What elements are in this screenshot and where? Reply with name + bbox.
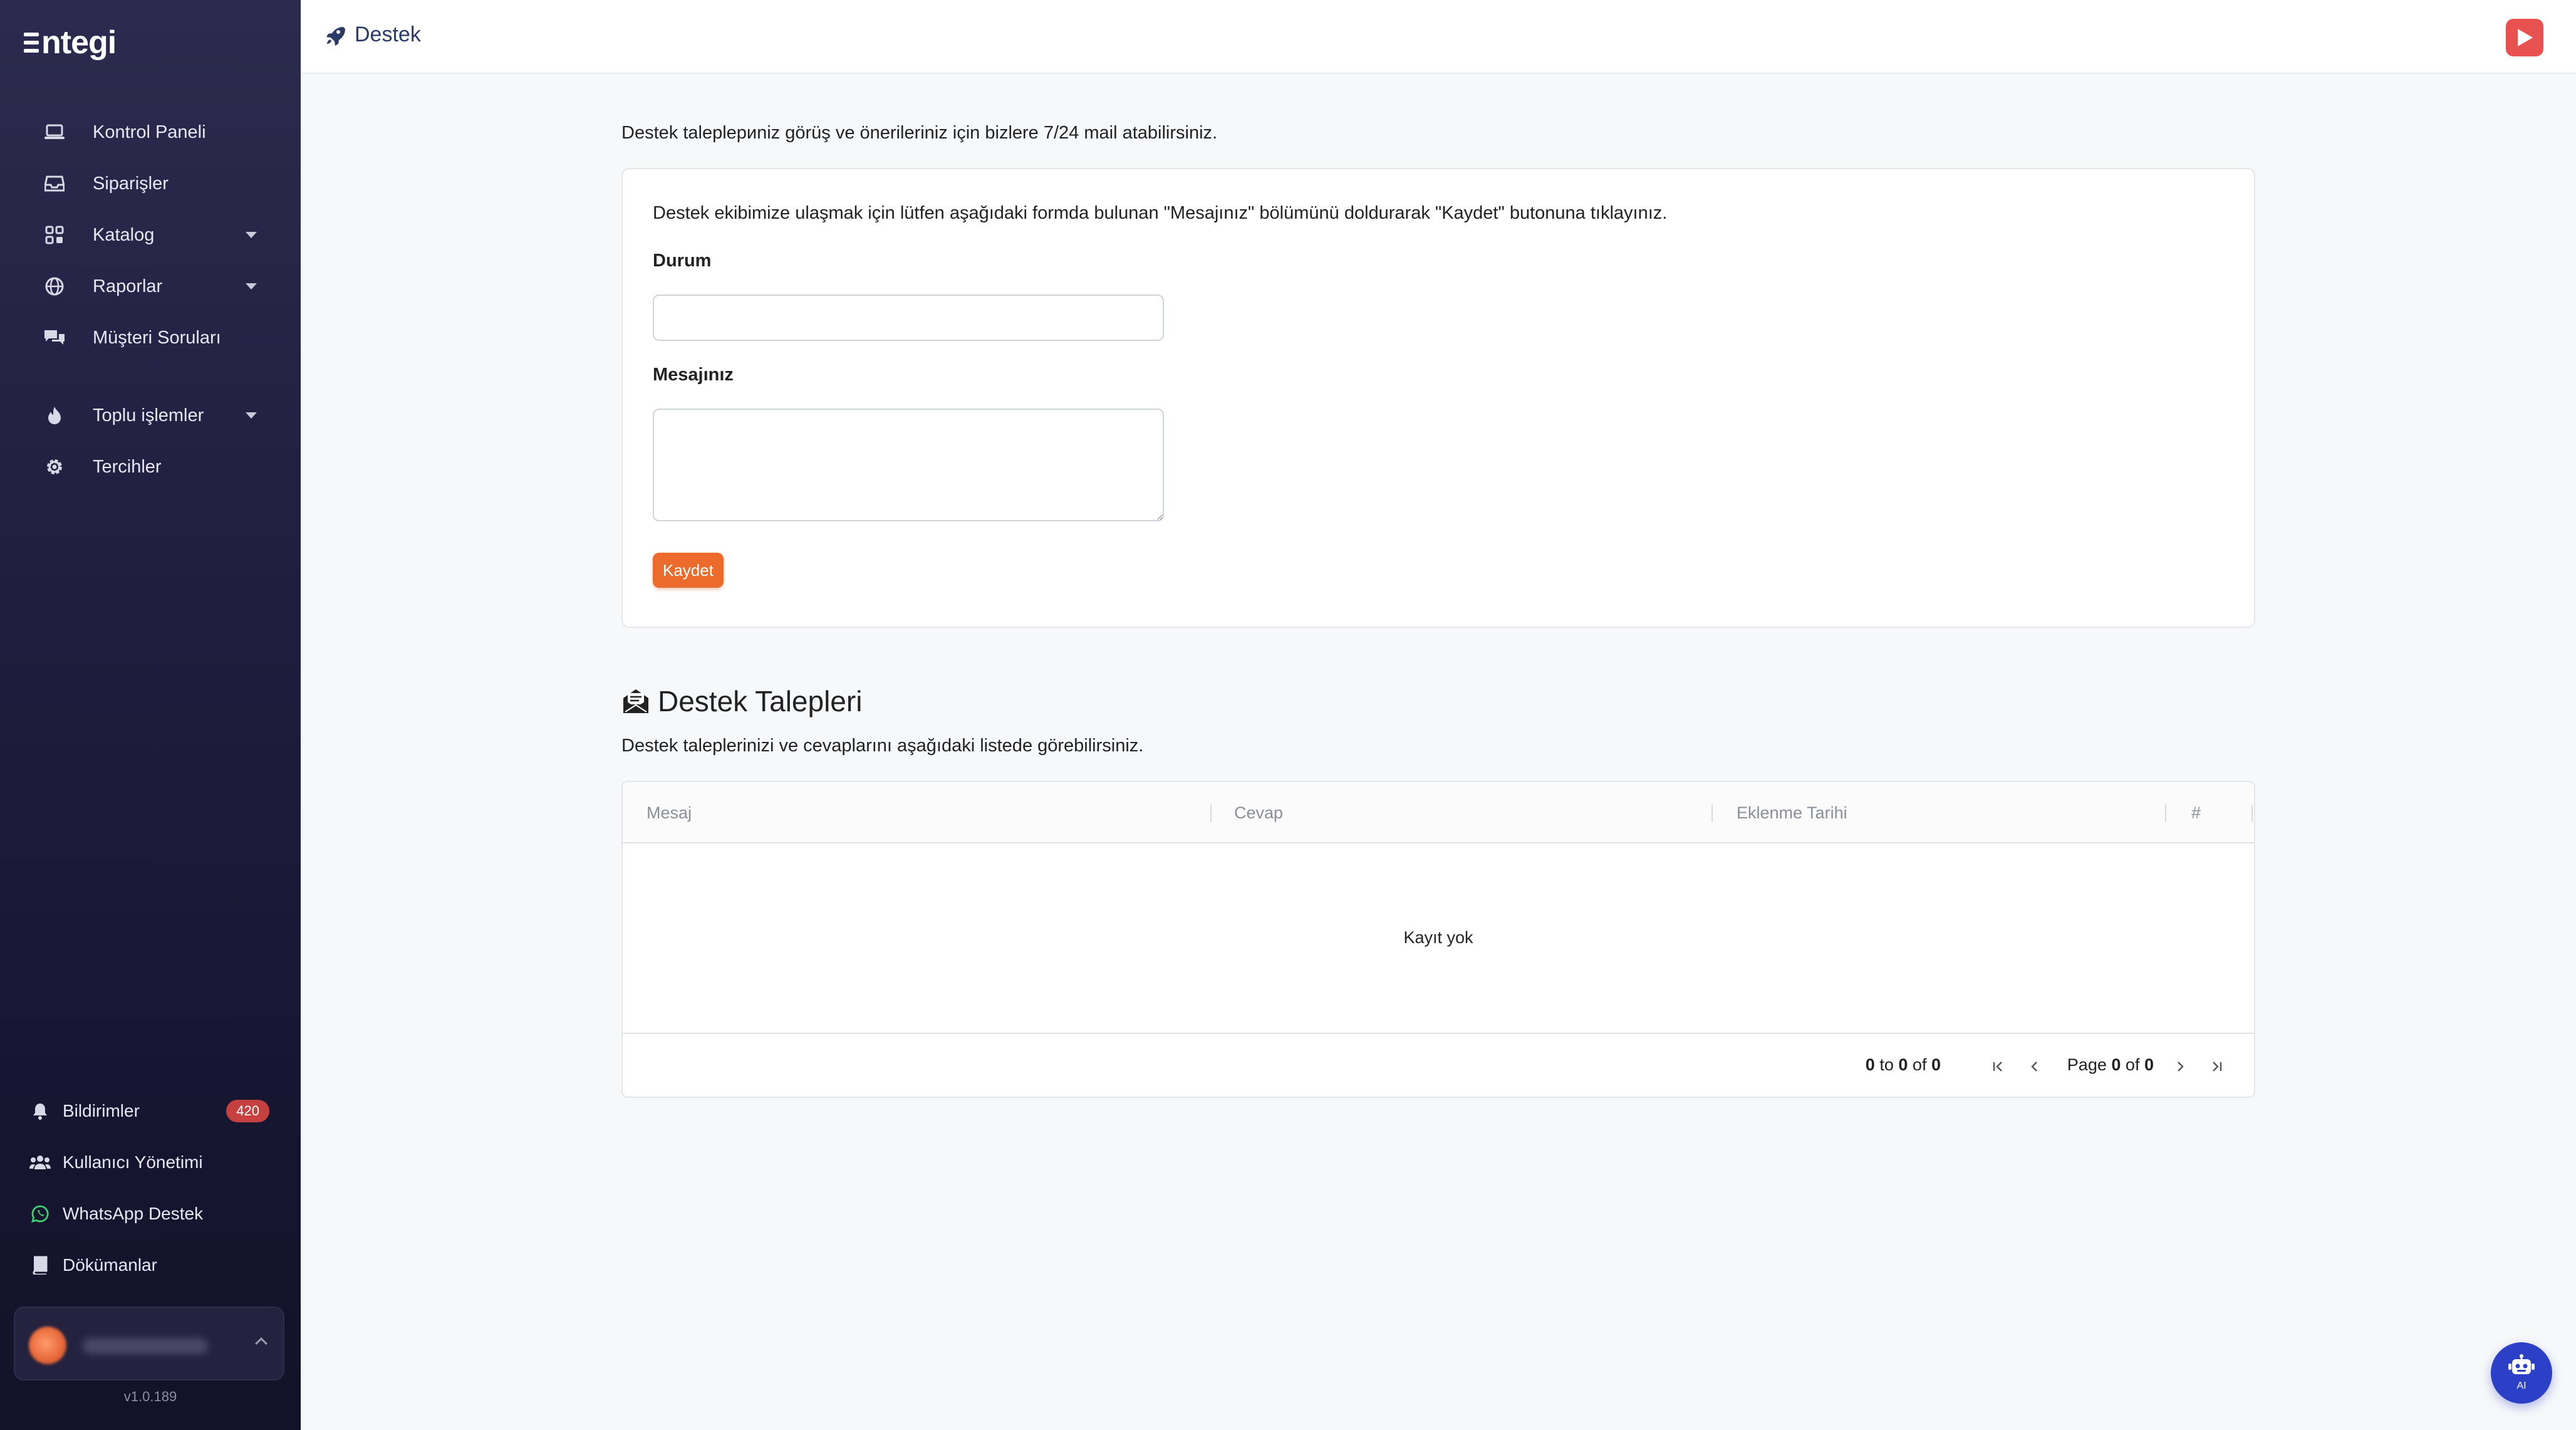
main-nav: Kontrol Paneli Siparişler Katalog Raporl…: [0, 107, 301, 493]
first-page-icon: [1993, 1062, 2002, 1072]
chevron-right-icon: [2178, 1062, 2184, 1072]
sidebar-item-label: Müşteri Soruları: [93, 327, 221, 348]
app-version: v1.0.189: [123, 1389, 177, 1404]
logo-text: ntegi: [41, 24, 117, 61]
entegi-logo[interactable]: ntegi: [24, 24, 117, 61]
support-requests-table: Mesaj Cevap Eklenme Tarihi # Kayıt yok 0…: [621, 781, 2255, 1098]
laptop-icon: [43, 120, 66, 144]
previous-page-button[interactable]: [2023, 1055, 2046, 1078]
topbar: Destek: [301, 0, 2576, 74]
sidebar: ntegi Kontrol Paneli Siparişler Katalog: [0, 0, 301, 1430]
sidebar-item-musteri-sorulari[interactable]: Müşteri Soruları: [0, 312, 301, 363]
sidebar-item-tercihler[interactable]: Tercihler: [0, 441, 301, 493]
sidebar-item-label: Tercihler: [93, 456, 162, 477]
column-header-cevap[interactable]: Cevap: [1234, 782, 1283, 843]
sidebar-item-label: Kullanıcı Yönetimi: [63, 1152, 203, 1172]
support-intro-text: Destek taleplериniz görüş ve önerilerini…: [621, 123, 1218, 143]
sidebar-item-label: WhatsApp Destek: [63, 1204, 204, 1223]
chevron-left-icon: [2031, 1062, 2037, 1072]
sidebar-item-label: Kontrol Paneli: [93, 122, 206, 142]
section-title-text: Destek Talepleri: [658, 685, 863, 718]
sidebar-item-raporlar[interactable]: Raporlar: [0, 261, 301, 312]
save-button[interactable]: Kaydet: [653, 553, 724, 588]
inbox-icon: [43, 172, 66, 196]
user-account-menu[interactable]: [14, 1307, 284, 1380]
table-pagination: 0 to 0 of 0 Page 0 of 0: [623, 1033, 2254, 1097]
whatsapp-icon: [29, 1203, 51, 1225]
column-header-mesaj[interactable]: Mesaj: [647, 782, 692, 843]
sidebar-item-label: Bildirimler: [63, 1101, 140, 1120]
notification-count-badge: 420: [226, 1100, 269, 1122]
status-field[interactable]: [653, 295, 1164, 341]
ai-assistant-label: AI: [2516, 1380, 2527, 1391]
sidebar-bottom-nav: Bildirimler 420 Kullanıcı Yönetimi Whats…: [0, 1085, 301, 1291]
caret-down-icon: [246, 412, 257, 419]
message-textarea[interactable]: [653, 409, 1164, 521]
sidebar-item-whatsapp-destek[interactable]: WhatsApp Destek: [0, 1188, 301, 1240]
video-tutorial-button[interactable]: [2506, 19, 2543, 56]
ai-assistant-button[interactable]: AI: [2491, 1342, 2552, 1404]
empty-state-text: Kayıt yok: [1403, 927, 1473, 947]
logo-mark-icon: [24, 33, 39, 53]
next-page-button[interactable]: [2169, 1055, 2191, 1078]
last-page-icon: [2213, 1062, 2222, 1072]
page-title-text: Destek: [355, 23, 421, 46]
robot-icon: [2508, 1354, 2535, 1374]
sidebar-item-label: Raporlar: [93, 276, 163, 296]
column-resize-handle[interactable]: [2251, 805, 2253, 822]
play-icon: [2518, 29, 2533, 46]
book-icon: [29, 1254, 51, 1276]
message-label: Mesajınız: [653, 365, 734, 385]
column-header-eklenme-tarihi[interactable]: Eklenme Tarihi: [1737, 782, 1847, 843]
user-name-redacted: [83, 1338, 208, 1354]
sidebar-item-label: Katalog: [93, 224, 155, 245]
grid-icon: [43, 223, 66, 247]
column-header-hash[interactable]: #: [2191, 782, 2201, 843]
support-requests-subtitle: Destek taleplerinizi ve cevaplarını aşağ…: [621, 736, 1144, 756]
sidebar-item-bildirimler[interactable]: Bildirimler 420: [0, 1085, 301, 1137]
page-title: Destek: [325, 23, 421, 47]
avatar: [29, 1327, 66, 1364]
chevron-up-icon: [255, 1337, 267, 1350]
envelope-open-icon: [623, 689, 648, 713]
fire-icon: [43, 404, 66, 427]
chat-icon: [43, 326, 66, 350]
first-page-button[interactable]: [1987, 1055, 2010, 1078]
row-range-summary: 0 to 0 of 0: [1865, 1055, 1941, 1074]
table-header: Mesaj Cevap Eklenme Tarihi #: [623, 782, 2254, 843]
support-requests-title: Destek Talepleri: [621, 684, 862, 718]
sidebar-item-katalog[interactable]: Katalog: [0, 209, 301, 261]
globe-icon: [43, 274, 66, 298]
column-resize-handle[interactable]: [2165, 805, 2166, 822]
sidebar-item-kullanici-yonetimi[interactable]: Kullanıcı Yönetimi: [0, 1137, 301, 1188]
sidebar-item-kontrol-paneli[interactable]: Kontrol Paneli: [0, 107, 301, 158]
sidebar-item-dokumanlar[interactable]: Dökümanlar: [0, 1240, 301, 1291]
page-indicator: Page 0 of 0: [2067, 1055, 2154, 1074]
users-icon: [29, 1151, 51, 1174]
caret-down-icon: [246, 232, 257, 238]
rocket-icon: [326, 26, 345, 46]
column-resize-handle[interactable]: [1210, 805, 1212, 822]
bell-icon: [29, 1100, 51, 1122]
sidebar-item-label: Dökümanlar: [63, 1255, 157, 1275]
sidebar-item-label: Toplu işlemler: [93, 405, 204, 425]
support-form-hint: Destek ekibimize ulaşmak için lütfen aşa…: [653, 203, 1668, 223]
column-resize-handle[interactable]: [1711, 805, 1713, 822]
last-page-button[interactable]: [2205, 1055, 2228, 1078]
caret-down-icon: [246, 283, 257, 290]
support-form-card: Destek ekibimize ulaşmak için lütfen aşa…: [621, 168, 2255, 628]
status-label: Durum: [653, 251, 712, 271]
sidebar-item-label: Siparişler: [93, 173, 169, 194]
sidebar-item-toplu-islemler[interactable]: Toplu işlemler: [0, 390, 301, 441]
sidebar-item-siparisler[interactable]: Siparişler: [0, 158, 301, 209]
gear-icon: [43, 455, 66, 479]
